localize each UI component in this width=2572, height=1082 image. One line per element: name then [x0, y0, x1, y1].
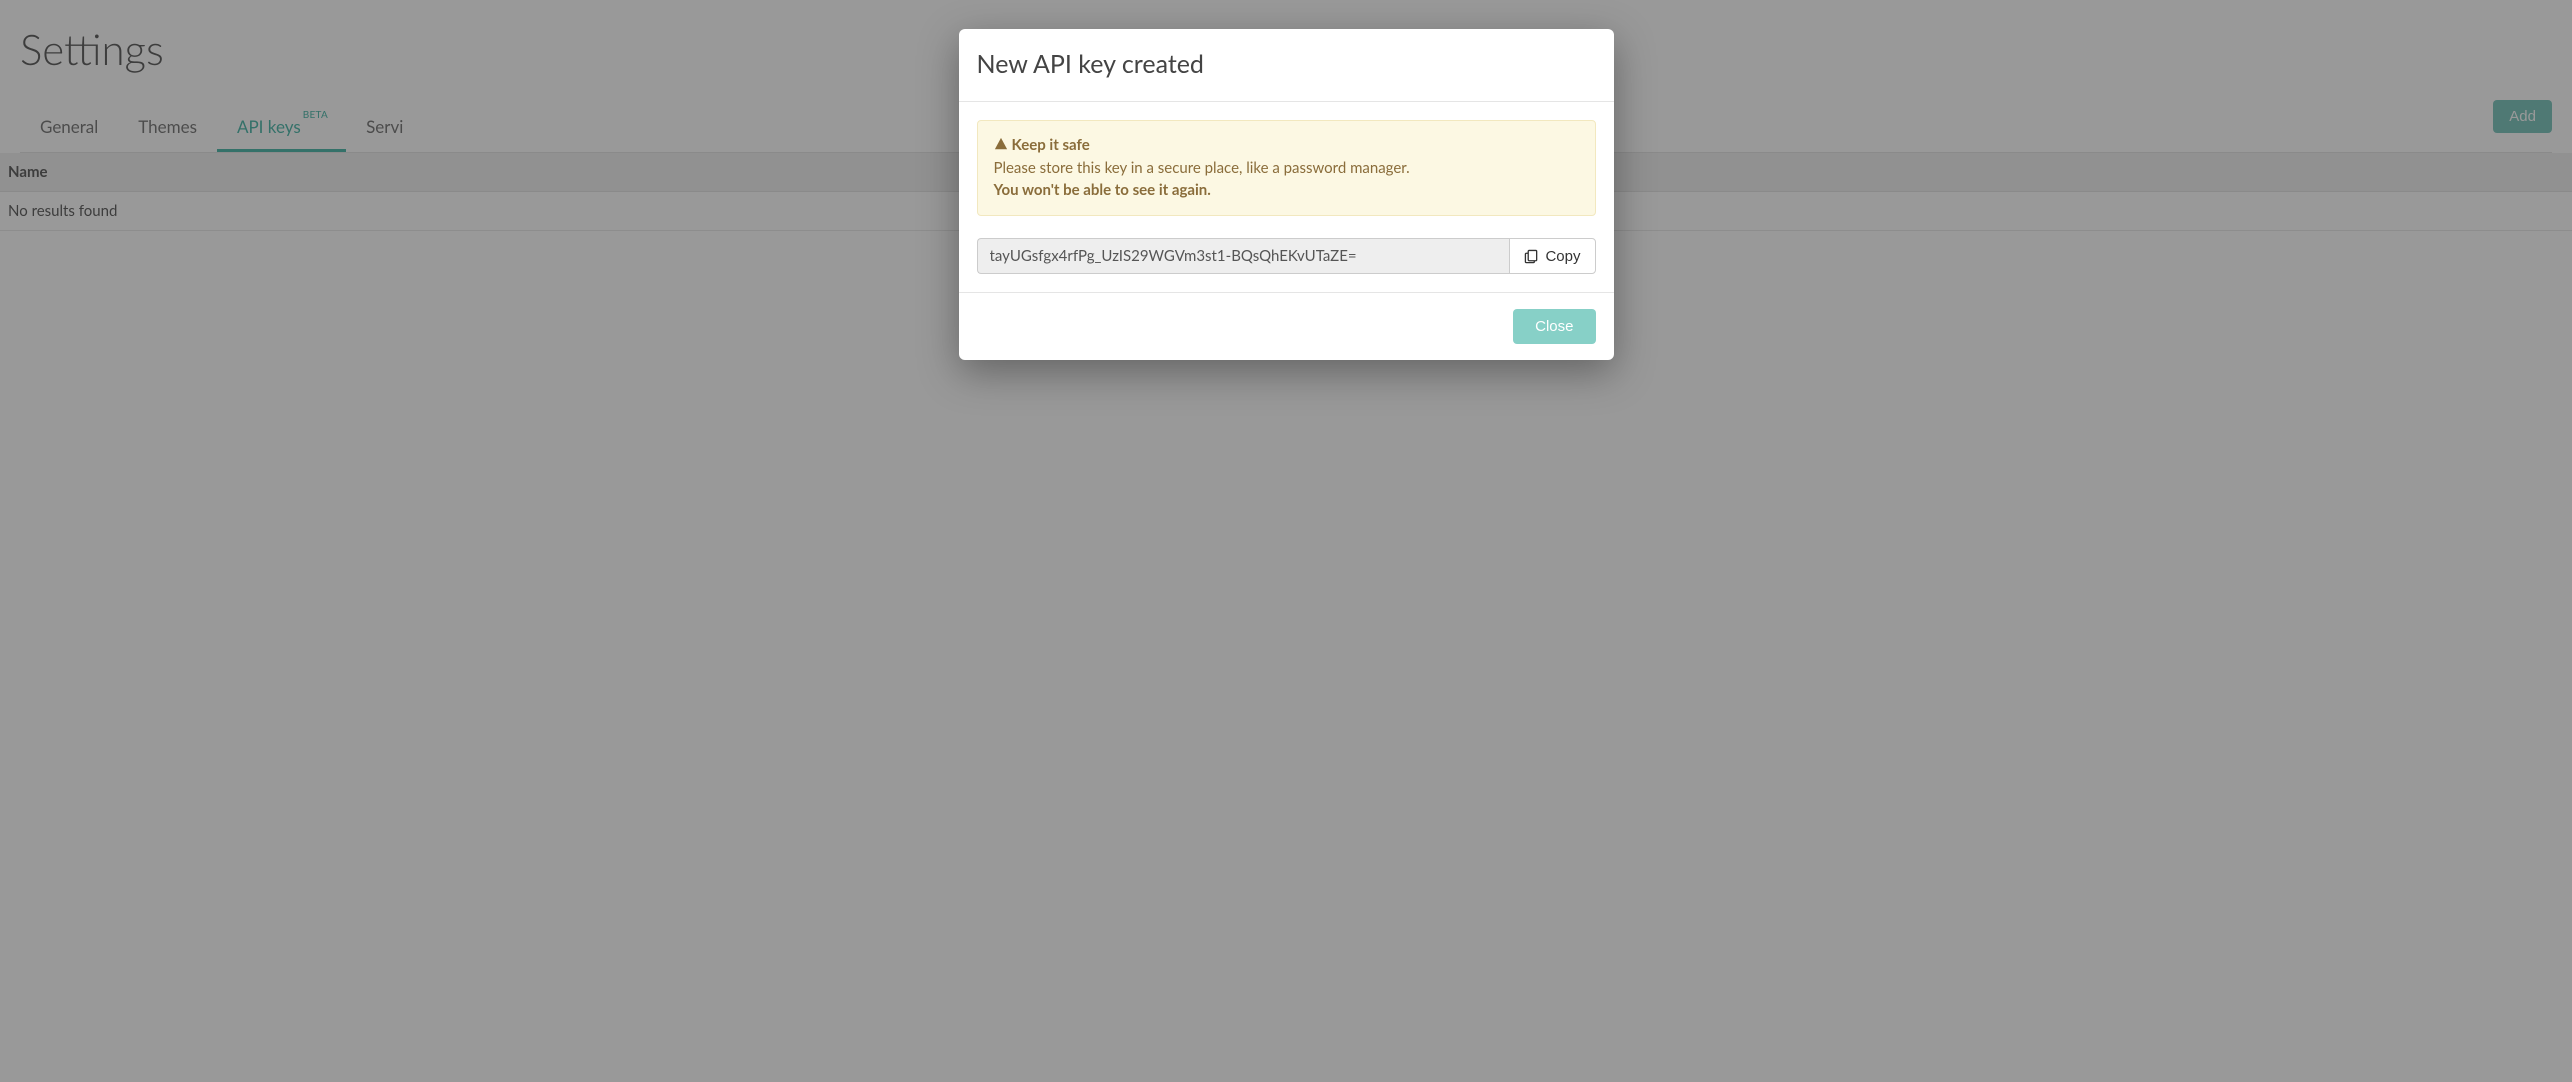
alert-body: Please store this key in a secure place,… [994, 159, 1410, 177]
keep-it-safe-alert: Keep it safe Please store this key in a … [977, 120, 1596, 216]
api-key-input[interactable] [977, 238, 1510, 274]
alert-strong: You won't be able to see it again. [994, 181, 1211, 199]
warning-icon [994, 136, 1008, 158]
modal-body: Keep it safe Please store this key in a … [959, 102, 1614, 293]
api-key-row: Copy [977, 238, 1596, 274]
alert-title: Keep it safe [1012, 136, 1090, 154]
copy-icon [1524, 249, 1539, 264]
copy-label: Copy [1545, 248, 1580, 265]
new-api-key-modal: New API key created Keep it safe Please … [959, 29, 1614, 360]
modal-footer: Close [959, 293, 1614, 360]
modal-header: New API key created [959, 29, 1614, 102]
modal-title: New API key created [977, 49, 1596, 79]
close-button[interactable]: Close [1513, 309, 1595, 344]
modal-overlay[interactable]: New API key created Keep it safe Please … [0, 0, 2572, 1082]
copy-button[interactable]: Copy [1509, 238, 1595, 274]
